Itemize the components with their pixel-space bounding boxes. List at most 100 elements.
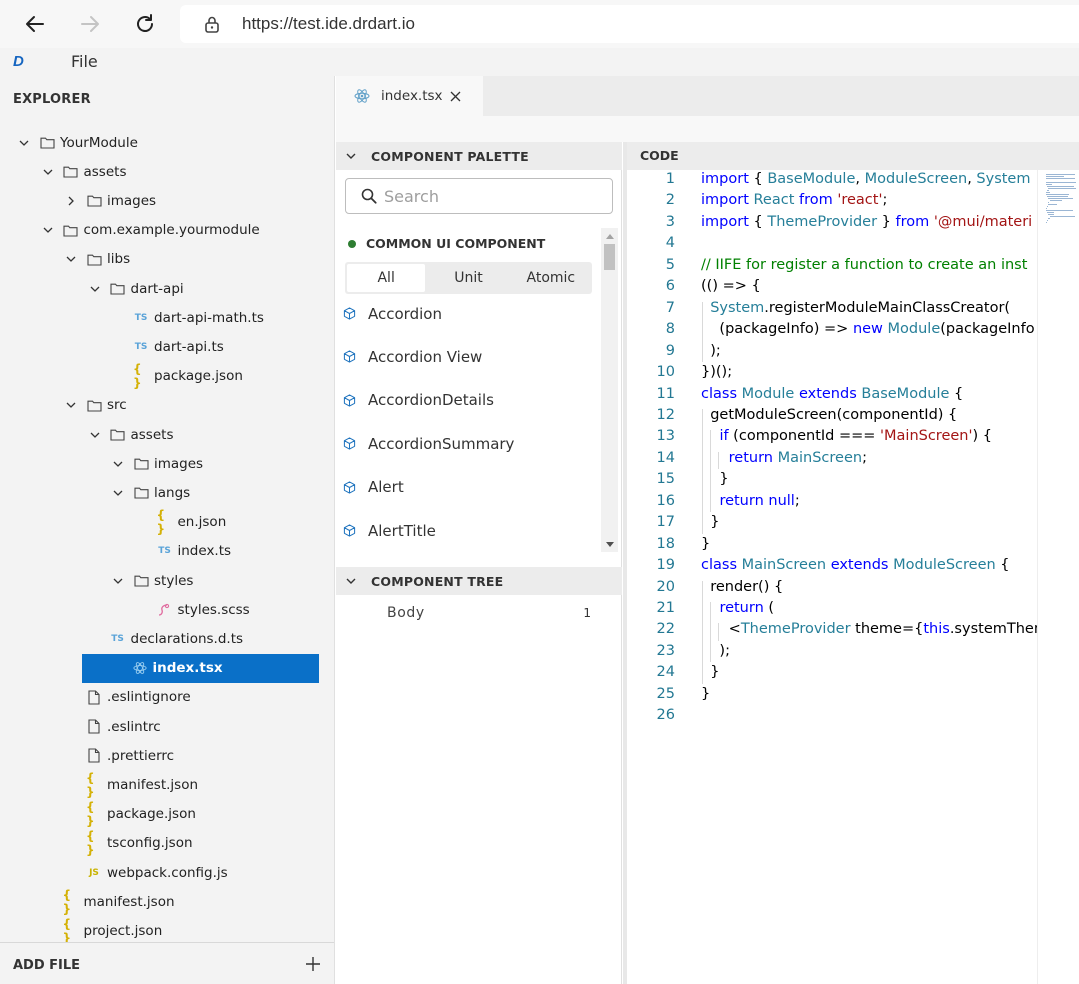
tree-file[interactable]: .eslintignore xyxy=(0,683,335,712)
scroll-down-icon[interactable] xyxy=(604,539,615,549)
code-text: <ThemeProvider theme={this.systemThen xyxy=(701,621,1037,638)
code-line: 4 xyxy=(627,235,1037,257)
component-palette-header[interactable]: COMPONENT PALETTE xyxy=(336,142,622,170)
json-file-icon: { } xyxy=(62,887,72,916)
component-palette-panel: COMPONENT PALETTE COMMON UI COMPONENT Al… xyxy=(336,142,622,984)
cube-icon xyxy=(342,307,356,321)
tree-file[interactable]: { } tsconfig.json xyxy=(0,829,335,858)
component-item-label: Accordion xyxy=(368,304,442,323)
tree-file[interactable]: .eslintrc xyxy=(0,712,335,741)
code-line: 3 import { ThemeProvider } from '@mui/mat… xyxy=(627,214,1037,236)
line-number: 10 xyxy=(656,364,675,381)
chevron-down-icon[interactable] xyxy=(41,165,55,179)
tree-file[interactable]: index.tsx xyxy=(82,653,319,683)
tree-item-label: .eslintignore xyxy=(107,689,191,706)
component-item[interactable]: AccordionSummary xyxy=(336,422,598,465)
minimap-line xyxy=(1046,222,1047,223)
minimap-line xyxy=(1047,212,1055,213)
tree-file[interactable]: styles.scss xyxy=(0,595,335,624)
minimap-line xyxy=(1046,208,1047,209)
cube-icon xyxy=(342,350,356,364)
line-number: 6 xyxy=(665,278,675,295)
chevron-down-icon[interactable] xyxy=(111,457,125,471)
segment-all[interactable]: All xyxy=(347,264,426,292)
tree-folder[interactable]: assets xyxy=(0,420,335,449)
code-header: CODE xyxy=(627,142,1079,170)
code-text: class Module extends BaseModule { xyxy=(701,385,964,402)
tree-file[interactable]: TS index.ts xyxy=(0,537,335,566)
chevron-down-icon[interactable] xyxy=(111,574,125,588)
line-number: 4 xyxy=(665,235,675,252)
tree-file[interactable]: TS dart-api-math.ts xyxy=(0,303,335,332)
search-input[interactable] xyxy=(384,186,604,206)
tree-folder[interactable]: src xyxy=(0,391,335,420)
tree-item-label: dart-api xyxy=(130,280,184,297)
tree-file[interactable]: JS webpack.config.js xyxy=(0,858,335,887)
tree-folder[interactable]: YourModule xyxy=(0,128,335,157)
tree-folder[interactable]: styles xyxy=(0,566,335,595)
tree-file[interactable]: { } manifest.json xyxy=(0,887,335,916)
component-item[interactable]: Accordion xyxy=(336,292,598,335)
component-item[interactable]: Alert xyxy=(336,466,598,509)
minimap-line xyxy=(1046,178,1076,179)
tree-item-body[interactable]: Body 1 xyxy=(336,598,622,628)
menu-file[interactable]: File xyxy=(71,52,98,71)
json-file-icon: { } xyxy=(62,916,72,945)
tree-file[interactable]: .prettierrc xyxy=(0,741,335,770)
chevron-down-icon[interactable] xyxy=(17,136,31,150)
tree-folder[interactable]: langs xyxy=(0,478,335,507)
component-palette-title: COMPONENT PALETTE xyxy=(371,148,529,164)
scrollbar-thumb[interactable] xyxy=(604,244,615,270)
close-icon[interactable] xyxy=(450,90,462,102)
chevron-down-icon[interactable] xyxy=(88,282,102,296)
tree-folder[interactable]: assets xyxy=(0,157,335,186)
tree-folder[interactable]: dart-api xyxy=(0,274,335,303)
component-item[interactable]: AlertTitle xyxy=(336,509,598,552)
segment-atomic[interactable]: Atomic xyxy=(512,264,590,292)
tree-folder[interactable]: images xyxy=(0,186,335,215)
component-tree-header[interactable]: COMPONENT TREE xyxy=(336,567,622,595)
url-text: https://test.ide.drdart.io xyxy=(242,14,415,33)
code-line: 10})(); xyxy=(627,364,1037,386)
tree-file[interactable]: { } package.json xyxy=(0,800,335,829)
tree-item-label: assets xyxy=(130,426,174,443)
line-number: 3 xyxy=(665,213,675,230)
javascript-file-icon: JS xyxy=(89,867,99,878)
tree-file[interactable]: TS declarations.d.ts xyxy=(0,624,335,653)
chevron-down-icon[interactable] xyxy=(111,486,125,500)
component-item-label: Accordion View xyxy=(368,347,483,366)
code-minimap[interactable] xyxy=(1037,170,1079,984)
chevron-right-icon[interactable] xyxy=(64,194,78,208)
back-button[interactable] xyxy=(19,8,51,40)
file-icon xyxy=(86,719,102,735)
chevron-down-icon[interactable] xyxy=(64,252,78,266)
segment-unit[interactable]: Unit xyxy=(429,264,507,292)
tree-folder[interactable]: libs xyxy=(0,245,335,274)
palette-scrollbar[interactable] xyxy=(601,228,618,552)
tree-file[interactable]: { } package.json xyxy=(0,362,335,391)
tree-item-label: src xyxy=(107,397,127,414)
tree-file[interactable]: { } manifest.json xyxy=(0,770,335,799)
scroll-up-icon[interactable] xyxy=(604,231,615,241)
forward-button[interactable] xyxy=(74,8,106,40)
chevron-down-icon[interactable] xyxy=(41,223,55,237)
chevron-down-icon[interactable] xyxy=(88,428,102,442)
search-box[interactable] xyxy=(345,178,613,214)
code-line: 19 class MainScreen extends ModuleScreen … xyxy=(627,557,1037,579)
reload-button[interactable] xyxy=(129,8,161,40)
tree-item-label: styles.scss xyxy=(177,601,250,618)
code-editor[interactable]: 1 import { BaseModule, ModuleScreen, Syst… xyxy=(627,170,1037,984)
component-item[interactable]: AccordionDetails xyxy=(336,379,598,422)
tree-folder[interactable]: com.example.yourmodule xyxy=(0,216,335,245)
tree-file[interactable]: { } en.json xyxy=(0,508,335,537)
chevron-down-icon[interactable] xyxy=(64,398,78,412)
folder-icon xyxy=(86,193,102,209)
component-item[interactable]: Accordion View xyxy=(336,335,598,378)
tree-file[interactable]: TS dart-api.ts xyxy=(0,332,335,361)
add-file-button[interactable] xyxy=(304,955,322,973)
code-text: getModuleScreen(componentId) { xyxy=(701,406,958,423)
code-line: 22 <ThemeProvider theme={this.systemThen xyxy=(627,621,1037,643)
tab-index-tsx[interactable]: index.tsx xyxy=(336,76,483,116)
address-bar[interactable]: https://test.ide.drdart.io xyxy=(180,5,1079,43)
tree-folder[interactable]: images xyxy=(0,449,335,478)
